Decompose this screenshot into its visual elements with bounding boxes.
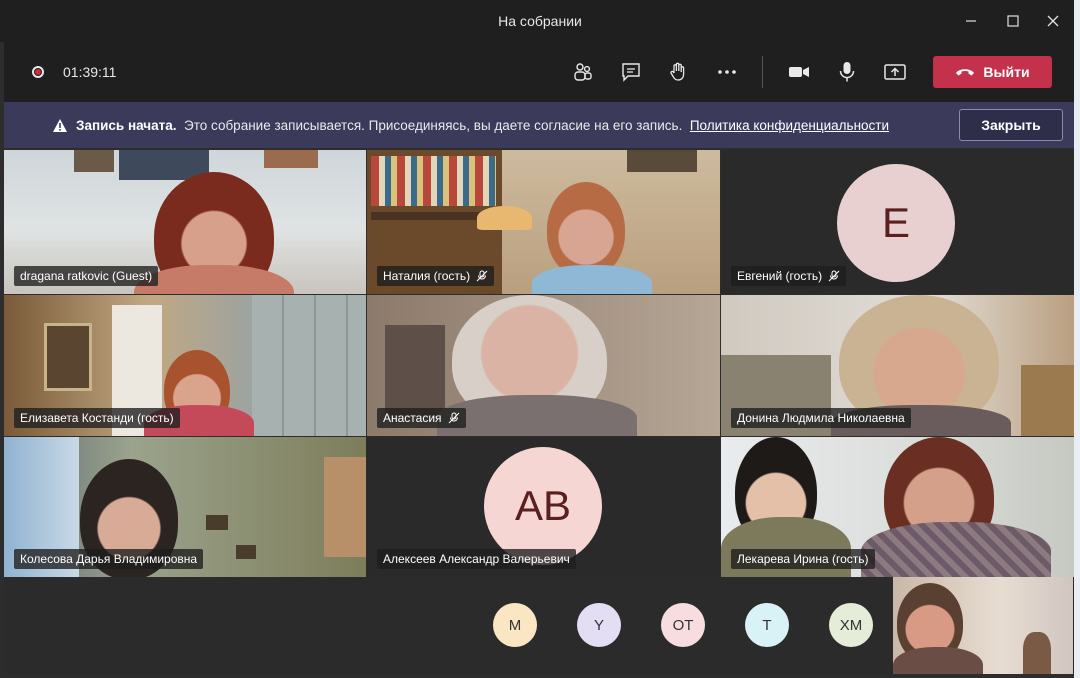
recording-icon	[32, 66, 44, 78]
banner-text: Это собрание записывается. Присоединяясь…	[184, 118, 683, 133]
participant-avatar-small[interactable]: Y	[577, 603, 621, 647]
minimize-icon	[966, 20, 976, 22]
minimize-button[interactable]	[951, 0, 991, 42]
chat-button[interactable]	[617, 58, 645, 86]
share-screen-icon	[884, 64, 906, 80]
camera-button[interactable]	[785, 58, 813, 86]
leave-button[interactable]: Выйти	[933, 56, 1052, 88]
microphone-button[interactable]	[833, 58, 861, 86]
banner-message: Запись начата. Это собрание записывается…	[76, 118, 889, 133]
share-screen-button[interactable]	[881, 58, 909, 86]
close-icon	[1047, 15, 1059, 27]
close-window-button[interactable]	[1033, 0, 1073, 42]
dismiss-banner-button[interactable]: Закрыть	[959, 109, 1063, 141]
video-tile[interactable]: Наталия (гость)	[367, 150, 720, 294]
muted-microphone-icon	[828, 270, 840, 282]
banner-title: Запись начата.	[76, 118, 177, 133]
video-tile[interactable]: dragana ratkovic (Guest)	[4, 150, 366, 294]
chat-icon	[622, 63, 640, 82]
self-view-video[interactable]	[893, 577, 1073, 674]
camera-icon	[789, 67, 809, 77]
participant-name: Евгений (гость)	[731, 266, 847, 286]
raise-hand-button[interactable]	[664, 58, 692, 86]
video-tile[interactable]: E Евгений (гость)	[721, 150, 1074, 294]
recording-banner: Запись начата. Это собрание записывается…	[4, 102, 1074, 148]
warning-icon	[53, 119, 67, 132]
participant-avatar-small[interactable]: OT	[661, 603, 705, 647]
video-tile[interactable]: Колесова Дарья Владимировна	[4, 437, 366, 577]
hang-up-icon	[956, 69, 975, 76]
participant-avatar-small[interactable]: XM	[829, 603, 873, 647]
participant-avatar-small[interactable]: M	[493, 603, 537, 647]
participant-avatar: AB	[484, 447, 602, 565]
participant-name: dragana ratkovic (Guest)	[14, 266, 159, 286]
video-tile[interactable]: Анастасия	[367, 295, 720, 436]
participant-name: Колесова Дарья Владимировна	[14, 549, 204, 569]
meeting-toolbar: 01:39:11 Выйти	[4, 42, 1074, 102]
leave-label: Выйти	[983, 64, 1030, 80]
video-tile[interactable]: Донина Людмила Николаевна	[721, 295, 1074, 436]
title-bar: На собрании	[0, 0, 1080, 42]
participant-avatar: E	[837, 164, 955, 282]
participants-button[interactable]	[569, 58, 597, 86]
participants-icon	[574, 63, 592, 81]
microphone-icon	[839, 62, 855, 82]
maximize-button[interactable]	[993, 0, 1033, 42]
more-icon	[718, 70, 736, 74]
participant-name: Алексеев Александр Валерьевич	[377, 549, 576, 569]
participant-name: Елизавета Костанди (гость)	[14, 408, 180, 428]
maximize-icon	[1007, 15, 1019, 27]
participant-name: Лекарева Ирина (гость)	[731, 549, 875, 569]
video-tile[interactable]: Лекарева Ирина (гость)	[721, 437, 1074, 577]
meeting-timer: 01:39:11	[63, 64, 117, 80]
video-tile[interactable]: AB Алексеев Александр Валерьевич	[367, 437, 720, 577]
privacy-policy-link[interactable]: Политика конфиденциальности	[690, 118, 889, 133]
more-actions-button[interactable]	[713, 58, 741, 86]
window-title: На собрании	[498, 13, 582, 29]
participant-avatar-small[interactable]: T	[745, 603, 789, 647]
participant-name: Наталия (гость)	[377, 266, 495, 286]
participant-name: Донина Людмила Николаевна	[731, 408, 911, 428]
participant-name: Анастасия	[377, 408, 466, 428]
muted-microphone-icon	[448, 412, 459, 424]
hand-icon	[670, 62, 685, 81]
video-tile[interactable]: Елизавета Костанди (гость)	[4, 295, 366, 436]
background-edge	[1074, 0, 1080, 678]
muted-microphone-icon	[476, 270, 488, 282]
toolbar-separator	[762, 56, 763, 88]
